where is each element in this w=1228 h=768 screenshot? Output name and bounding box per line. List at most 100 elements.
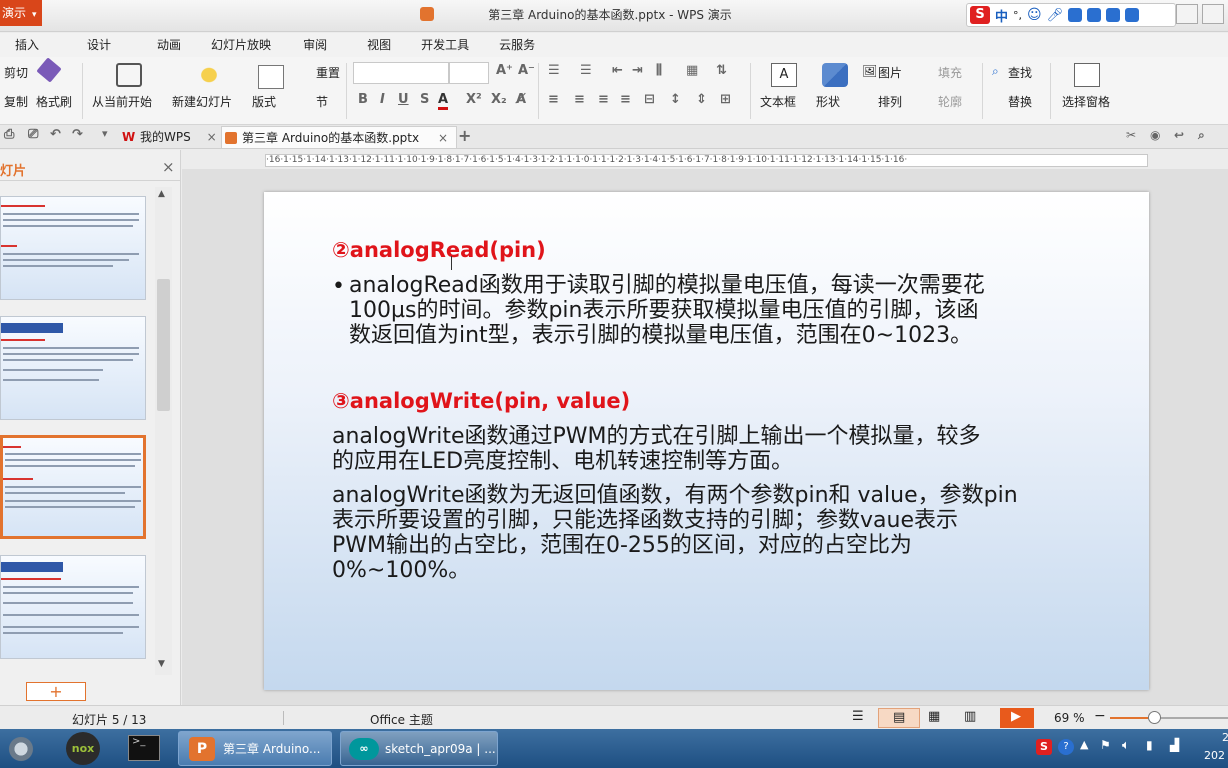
scroll-up-icon[interactable]: ▲ — [158, 189, 165, 199]
slide[interactable]: ②analogRead(pin) • analogRead函数用于读取引脚的模拟… — [264, 192, 1149, 690]
scroll-down-icon[interactable]: ▼ — [158, 659, 165, 669]
reset-button[interactable]: 重置 — [316, 64, 340, 81]
close-icon[interactable]: × — [207, 130, 217, 144]
slide-thumbnail-4[interactable] — [0, 316, 146, 420]
decrease-indent-icon[interactable]: ⇤ — [612, 63, 623, 78]
chevron-down-icon[interactable]: ▾ — [102, 127, 108, 140]
replace-button[interactable]: 替换 — [1008, 93, 1032, 110]
reading-view-icon[interactable]: ▥ — [964, 709, 976, 724]
columns-icon[interactable]: ⫼ — [656, 63, 662, 78]
font-size-select[interactable] — [449, 62, 489, 84]
menu-review[interactable]: 审阅 — [288, 33, 342, 57]
arrange-button[interactable]: 排列 — [878, 93, 902, 110]
microphone-icon[interactable]: 🎤︎ — [1047, 8, 1064, 23]
undo-icon[interactable]: ↶ — [50, 127, 61, 142]
find-button[interactable]: 查找 — [1008, 64, 1032, 81]
normal-view-button[interactable]: ▤ — [878, 708, 920, 728]
power-icon[interactable]: ▮ — [1146, 738, 1153, 752]
clear-format-icon[interactable]: A̸ — [516, 92, 526, 107]
slide-thumbnail-5-selected[interactable] — [0, 435, 146, 539]
zoom-slider-knob[interactable] — [1148, 711, 1161, 724]
distribute-icon[interactable]: ⊟ — [644, 92, 655, 107]
add-slide-button[interactable]: + — [26, 682, 86, 701]
paragraph-icon[interactable]: ⊞ — [720, 92, 731, 107]
paragraph-spacing-icon[interactable]: ⇕ — [696, 92, 707, 107]
layout-button[interactable]: 版式 — [252, 93, 276, 110]
new-slide-button[interactable]: 新建幻灯片 — [172, 93, 232, 110]
align-center-icon[interactable]: ≡ — [574, 92, 585, 107]
app-menu-button[interactable]: 演示 ▾ — [0, 0, 42, 26]
help-icon[interactable]: ⌕ — [1198, 128, 1205, 143]
tool-icon[interactable]: ✂ — [1126, 128, 1136, 142]
fill-button[interactable]: 填充 — [938, 64, 962, 81]
from-current-button[interactable]: 从当前开始 — [92, 93, 152, 110]
new-tab-icon[interactable]: + — [458, 126, 471, 145]
menu-insert[interactable]: 插入 — [0, 33, 54, 57]
minimize-button[interactable] — [1202, 4, 1224, 24]
zoom-slider[interactable] — [1110, 711, 1228, 724]
thumbnail-scrollbar[interactable]: ▲ ▼ — [155, 187, 172, 675]
notes-icon[interactable]: ☰ — [852, 709, 864, 724]
underline-icon[interactable]: U — [398, 92, 409, 107]
menu-slideshow[interactable]: 幻灯片放映 — [196, 33, 286, 57]
volume-icon[interactable]: 🔈︎ — [1122, 738, 1130, 753]
preview-icon[interactable]: ⎚ — [28, 127, 38, 142]
menu-animation[interactable]: 动画 — [142, 33, 196, 57]
scrollbar-thumb[interactable] — [157, 279, 170, 411]
ime-toolbar[interactable]: S 中 °, ☺ 🎤︎ — [966, 3, 1176, 27]
menu-developer[interactable]: 开发工具 — [406, 33, 484, 57]
taskbar-item-arduino[interactable]: ∞ sketch_apr09a | ... — [340, 731, 498, 766]
keyboard-icon[interactable] — [1068, 8, 1083, 22]
back-icon[interactable]: ↩ — [1174, 128, 1184, 142]
share-icon[interactable]: ◉ — [1150, 128, 1160, 142]
italic-icon[interactable]: I — [380, 92, 385, 107]
close-icon[interactable]: × — [162, 158, 175, 176]
copy-button[interactable]: 复制 — [4, 93, 28, 110]
slideshow-button[interactable]: ▶ — [1000, 708, 1034, 728]
align-right-icon[interactable]: ≡ — [598, 92, 609, 107]
section-button[interactable]: 节 — [316, 93, 328, 110]
print-icon[interactable]: ⎙ — [4, 127, 14, 142]
slide-sorter-icon[interactable]: ▦ — [928, 709, 940, 724]
subscript-icon[interactable]: X₂ — [491, 92, 507, 107]
taskbar-item-wps[interactable]: P 第三章 Arduino... — [178, 731, 332, 766]
flag-icon[interactable]: ⚑ — [1100, 738, 1111, 752]
line-spacing-icon[interactable]: ↕ — [670, 92, 681, 107]
menu-view[interactable]: 视图 — [352, 33, 406, 57]
align-text-icon[interactable]: ⇅ — [716, 63, 727, 78]
slide-thumbnail-6[interactable] — [0, 555, 146, 659]
ime-lang[interactable]: 中 — [995, 6, 1008, 25]
redo-icon[interactable]: ↷ — [72, 127, 83, 142]
bullets-icon[interactable]: ☰ — [548, 63, 560, 78]
justify-icon[interactable]: ≡ — [620, 92, 631, 107]
cut-button[interactable]: 剪切 — [4, 64, 28, 81]
textbox-button[interactable]: 文本框 — [760, 93, 796, 110]
sogou-tray-icon[interactable]: S — [1036, 739, 1052, 755]
menu-cloud[interactable]: 云服务 — [484, 33, 550, 57]
show-hidden-icon[interactable]: ▲ — [1080, 738, 1088, 751]
punctuation-icon[interactable]: °, — [1013, 9, 1022, 22]
tab-current-document[interactable]: 第三章 Arduino的基本函数.pptx × — [221, 126, 457, 148]
help-tray-icon[interactable]: ? — [1058, 739, 1074, 755]
close-icon[interactable]: × — [438, 127, 448, 149]
grow-font-icon[interactable]: A⁺ — [496, 63, 513, 78]
network-icon[interactable]: ▟ — [1170, 738, 1179, 752]
emoji-icon[interactable]: ☺ — [1027, 7, 1042, 23]
slide-thumbnail-3[interactable] — [0, 196, 146, 300]
toolbox-icon[interactable] — [1125, 8, 1140, 22]
outline-button[interactable]: 轮廓 — [938, 93, 962, 110]
zoom-out-icon[interactable]: − — [1094, 708, 1106, 724]
skin-icon[interactable] — [1106, 8, 1121, 22]
format-painter-button[interactable]: 格式刷 — [36, 93, 72, 110]
numbering-icon[interactable]: ☰ — [580, 63, 592, 78]
tab-my-wps[interactable]: W 我的WPS × — [120, 126, 217, 148]
shrink-font-icon[interactable]: A⁻ — [518, 63, 535, 78]
gear-icon[interactable] — [6, 734, 36, 764]
menu-design[interactable]: 设计 — [72, 33, 126, 57]
superscript-icon[interactable]: X² — [466, 92, 482, 107]
selection-pane-button[interactable]: 选择窗格 — [1062, 93, 1110, 110]
increase-indent-icon[interactable]: ⇥ — [632, 63, 643, 78]
nox-app-icon[interactable]: nox — [66, 732, 100, 765]
font-name-select[interactable] — [353, 62, 449, 84]
align-left-icon[interactable]: ≡ — [548, 92, 559, 107]
